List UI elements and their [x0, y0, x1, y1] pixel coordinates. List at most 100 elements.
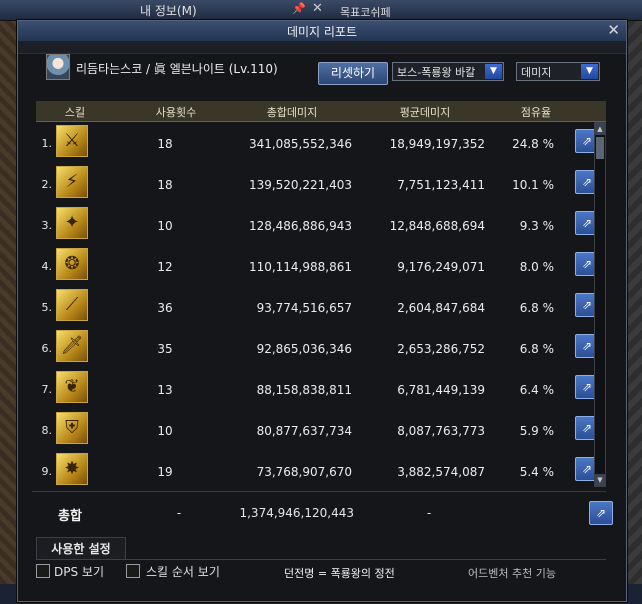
total-damage-sum: 1,374,946,120,443 [239, 506, 354, 520]
total-damage: 93,774,516,657 [256, 301, 352, 315]
header-count: 사용횟수 [155, 106, 197, 119]
table-row: 5. ⟋ 36 93,774,516,657 2,604,847,684 6.8… [32, 287, 602, 328]
use-count: 36 [157, 301, 173, 315]
chevron-down-icon[interactable]: ▼ [485, 64, 502, 79]
row-number: 5. [41, 301, 53, 314]
total-damage: 139,520,221,403 [248, 178, 352, 192]
table-row: 8. ⛨ 10 80,877,637,734 8,087,763,773 5.9… [32, 410, 602, 451]
header-total: 총합데미지 [266, 106, 318, 119]
row-number: 9. [41, 465, 53, 478]
dps-checkbox[interactable] [36, 564, 50, 578]
table-header: 스킬 사용횟수 총합데미지 평균데미지 점유율 [36, 101, 606, 122]
background-window-title: 내 정보(M) [140, 4, 197, 18]
scroll-up-icon[interactable]: ▲ [595, 123, 605, 135]
row-number: 8. [41, 424, 53, 437]
share-percent: 6.8 % [519, 301, 554, 315]
scroll-thumb[interactable] [596, 137, 604, 159]
share-percent: 6.4 % [519, 383, 554, 397]
average-damage: 8,087,763,773 [397, 424, 485, 438]
background-right-label: 목표코쉬페 [340, 6, 391, 19]
total-damage: 80,877,637,734 [256, 424, 352, 438]
dialog-title: 데미지 리포트 [286, 25, 358, 39]
total-label: 총합 [58, 509, 82, 524]
total-damage: 110,114,988,861 [248, 260, 352, 274]
row-number: 1. [41, 137, 53, 150]
table-scrollbar[interactable]: ▲ ▼ [594, 122, 606, 487]
table-row: 4. ❂ 12 110,114,988,861 9,176,249,071 8.… [32, 246, 602, 287]
pin-icon[interactable]: 📌 [292, 2, 306, 15]
average-damage: 2,604,847,684 [397, 301, 485, 315]
row-number: 3. [41, 219, 53, 232]
total-damage: 88,158,838,811 [256, 383, 352, 397]
table-row: 9. ✸ 19 73,768,907,670 3,882,574,087 5.4… [32, 451, 602, 492]
total-damage: 73,768,907,670 [256, 465, 352, 479]
skill-order-checkbox[interactable] [126, 564, 140, 578]
use-count: 12 [157, 260, 173, 274]
row-number: 4. [41, 260, 53, 273]
skill-icon[interactable]: ⛨ [56, 412, 88, 444]
damage-report-dialog: 데미지 리포트 ✕ 리듬타는스코 / 眞 엘븐나이트 (Lv.110) 리셋하기… [17, 20, 627, 602]
skill-icon[interactable]: ✦ [56, 207, 88, 239]
use-count: 13 [157, 383, 173, 397]
close-icon[interactable]: ✕ [607, 21, 620, 39]
average-damage: 6,781,449,139 [397, 383, 485, 397]
tab-used-settings[interactable]: 사용한 설정 [36, 537, 126, 560]
share-icon[interactable]: ⇗ [589, 501, 613, 525]
total-average: - [426, 506, 432, 520]
share-percent: 5.9 % [519, 424, 554, 438]
table-row: 6. 🗡 35 92,865,036,346 2,653,286,752 6.8… [32, 328, 602, 369]
use-count: 18 [157, 178, 173, 192]
damage-type-select[interactable]: 데미지 ▼ [516, 62, 600, 81]
use-count: 19 [157, 465, 173, 479]
skill-order-checkbox-label: 스킬 순서 보기 [146, 565, 220, 579]
header-average: 평균데미지 [399, 106, 451, 119]
table-row: 1. ⚔ 18 341,085,552,346 18,949,197,352 2… [32, 123, 602, 164]
share-percent: 10.1 % [512, 178, 554, 192]
chevron-down-icon[interactable]: ▼ [581, 64, 598, 79]
skill-icon[interactable]: ⚡ [56, 166, 88, 198]
average-damage: 18,949,197,352 [389, 137, 485, 151]
average-damage: 3,882,574,087 [397, 465, 485, 479]
table-row: 2. ⚡ 18 139,520,221,403 7,751,123,411 10… [32, 164, 602, 205]
use-count: 35 [157, 342, 173, 356]
damage-type-select-value: 데미지 [521, 66, 552, 79]
reset-button[interactable]: 리셋하기 [318, 62, 388, 85]
total-row: 총합 - 1,374,946,120,443 - ⇗ [32, 491, 613, 532]
share-percent: 9.3 % [519, 219, 554, 233]
skill-icon[interactable]: ✸ [56, 453, 88, 485]
dialog-titlebar[interactable]: 데미지 리포트 ✕ [18, 21, 626, 42]
use-count: 18 [157, 137, 173, 151]
skill-icon[interactable]: ⟋ [56, 289, 88, 321]
boss-select[interactable]: 보스-폭룡왕 바칼 ▼ [392, 62, 504, 81]
table-row: 7. ❦ 13 88,158,838,811 6,781,449,139 6.4… [32, 369, 602, 410]
share-percent: 8.0 % [519, 260, 554, 274]
row-number: 2. [41, 178, 53, 191]
close-icon[interactable]: ✕ [312, 1, 323, 16]
average-damage: 7,751,123,411 [397, 178, 485, 192]
skill-icon[interactable]: ❦ [56, 371, 88, 403]
table-row: 3. ✦ 10 128,486,886,943 12,848,688,694 9… [32, 205, 602, 246]
header-skill: 스킬 [64, 106, 86, 119]
scroll-down-icon[interactable]: ▼ [595, 474, 605, 486]
boss-select-value: 보스-폭룡왕 바칼 [397, 66, 476, 79]
average-damage: 9,176,249,071 [397, 260, 485, 274]
dps-checkbox-label: DPS 보기 [54, 565, 104, 579]
total-damage: 92,865,036,346 [256, 342, 352, 356]
dungeon-name: 던전명 = 폭룡왕의 정전 [284, 567, 395, 580]
share-percent: 6.8 % [519, 342, 554, 356]
use-count: 10 [157, 424, 173, 438]
skill-icon[interactable]: 🗡 [56, 330, 88, 362]
total-count: - [176, 506, 182, 520]
dialog-tab-strip [18, 41, 626, 54]
total-damage: 341,085,552,346 [248, 137, 352, 151]
total-damage: 128,486,886,943 [248, 219, 352, 233]
skill-icon[interactable]: ⚔ [56, 125, 88, 157]
character-name: 리듬타는스코 / 眞 엘븐나이트 (Lv.110) [76, 62, 278, 76]
background-window-titlebar: 내 정보(M) 📌 ✕ 목표코쉬페 [0, 0, 642, 21]
use-count: 10 [157, 219, 173, 233]
share-percent: 5.4 % [519, 465, 554, 479]
skill-icon[interactable]: ❂ [56, 248, 88, 280]
footer-bar: DPS 보기 스킬 순서 보기 던전명 = 폭룡왕의 정전 어드벤처 추천 기능 [0, 560, 642, 584]
average-damage: 12,848,688,694 [389, 219, 485, 233]
share-percent: 24.8 % [512, 137, 554, 151]
